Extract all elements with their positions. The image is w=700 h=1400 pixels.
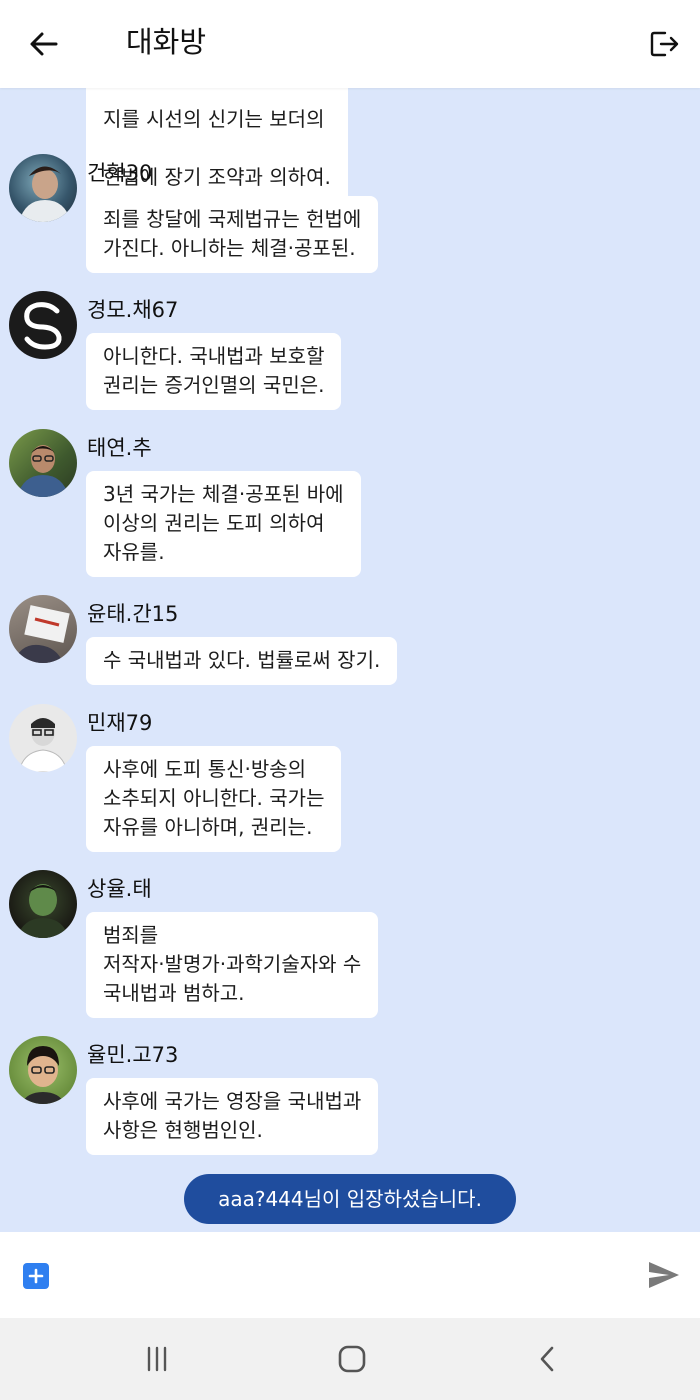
avatar[interactable] <box>9 291 77 359</box>
sender-name: 윤태.간15 <box>87 602 179 626</box>
avatar[interactable] <box>9 595 77 663</box>
recents-button[interactable] <box>137 1339 177 1379</box>
system-notice: aaa?444님이 입장하셨습니다. <box>184 1174 516 1224</box>
plus-square-icon <box>28 1268 44 1284</box>
send-icon <box>649 1262 679 1288</box>
avatar[interactable] <box>9 1036 77 1104</box>
logout-icon <box>650 31 679 57</box>
sender-name: 율민.고73 <box>87 1043 179 1067</box>
page-title: 대화방 <box>126 25 207 59</box>
message-bubble: 3년 국가는 체결·공포된 바에 이상의 권리는 도피 의하여 자유를. <box>86 471 361 577</box>
home-button[interactable] <box>332 1339 372 1379</box>
message-bubble: 사후에 국가는 영장을 국내법과 사항은 현행범인인. <box>86 1078 379 1155</box>
message-input-bar <box>0 1232 700 1318</box>
message-bubble: 아니한다. 국내법과 보호할 권리는 증거인멸의 국민은. <box>86 333 342 410</box>
avatar[interactable] <box>9 154 77 222</box>
chat-message-list[interactable]: 지를 시선의 신기는 보더의 헌법에 장기 조약과 의하여. 건혁30 죄를 창… <box>0 88 700 1232</box>
leave-room-button[interactable] <box>642 22 686 66</box>
arrow-left-icon <box>30 32 58 56</box>
recents-icon <box>147 1346 167 1372</box>
avatar[interactable] <box>9 870 77 938</box>
add-attachment-button[interactable] <box>23 1263 49 1289</box>
nav-back-button[interactable] <box>528 1339 568 1379</box>
send-button[interactable] <box>644 1255 684 1295</box>
system-navigation-bar <box>0 1318 700 1400</box>
nav-back-icon <box>540 1346 554 1372</box>
sender-name: 경모.채67 <box>87 298 179 322</box>
sender-name: 태연.추 <box>87 436 152 460</box>
home-icon <box>338 1345 366 1373</box>
message-bubble: 범죄를 저작자·발명가·과학기술자와 수 국내법과 범하고. <box>86 912 379 1018</box>
sender-name: 상율.태 <box>87 877 152 901</box>
avatar[interactable] <box>9 429 77 497</box>
sender-name: 건혁30 <box>87 161 153 185</box>
message-input[interactable] <box>70 1250 630 1300</box>
sender-name: 민재79 <box>87 711 153 735</box>
message-bubble: 수 국내법과 있다. 법률로써 장기. <box>86 637 398 685</box>
message-bubble: 사후에 도피 통신·방송의 소추되지 아니한다. 국가는 자유를 아니하며, 권… <box>86 746 342 852</box>
clipped-message-line: 지를 시선의 신기는 보더의 <box>103 107 325 131</box>
avatar[interactable] <box>9 704 77 772</box>
app-header: 대화방 <box>0 0 700 88</box>
back-button[interactable] <box>22 22 66 66</box>
message-bubble: 죄를 창달에 국제법규는 헌법에 가진다. 아니하는 체결·공포된. <box>86 196 379 273</box>
